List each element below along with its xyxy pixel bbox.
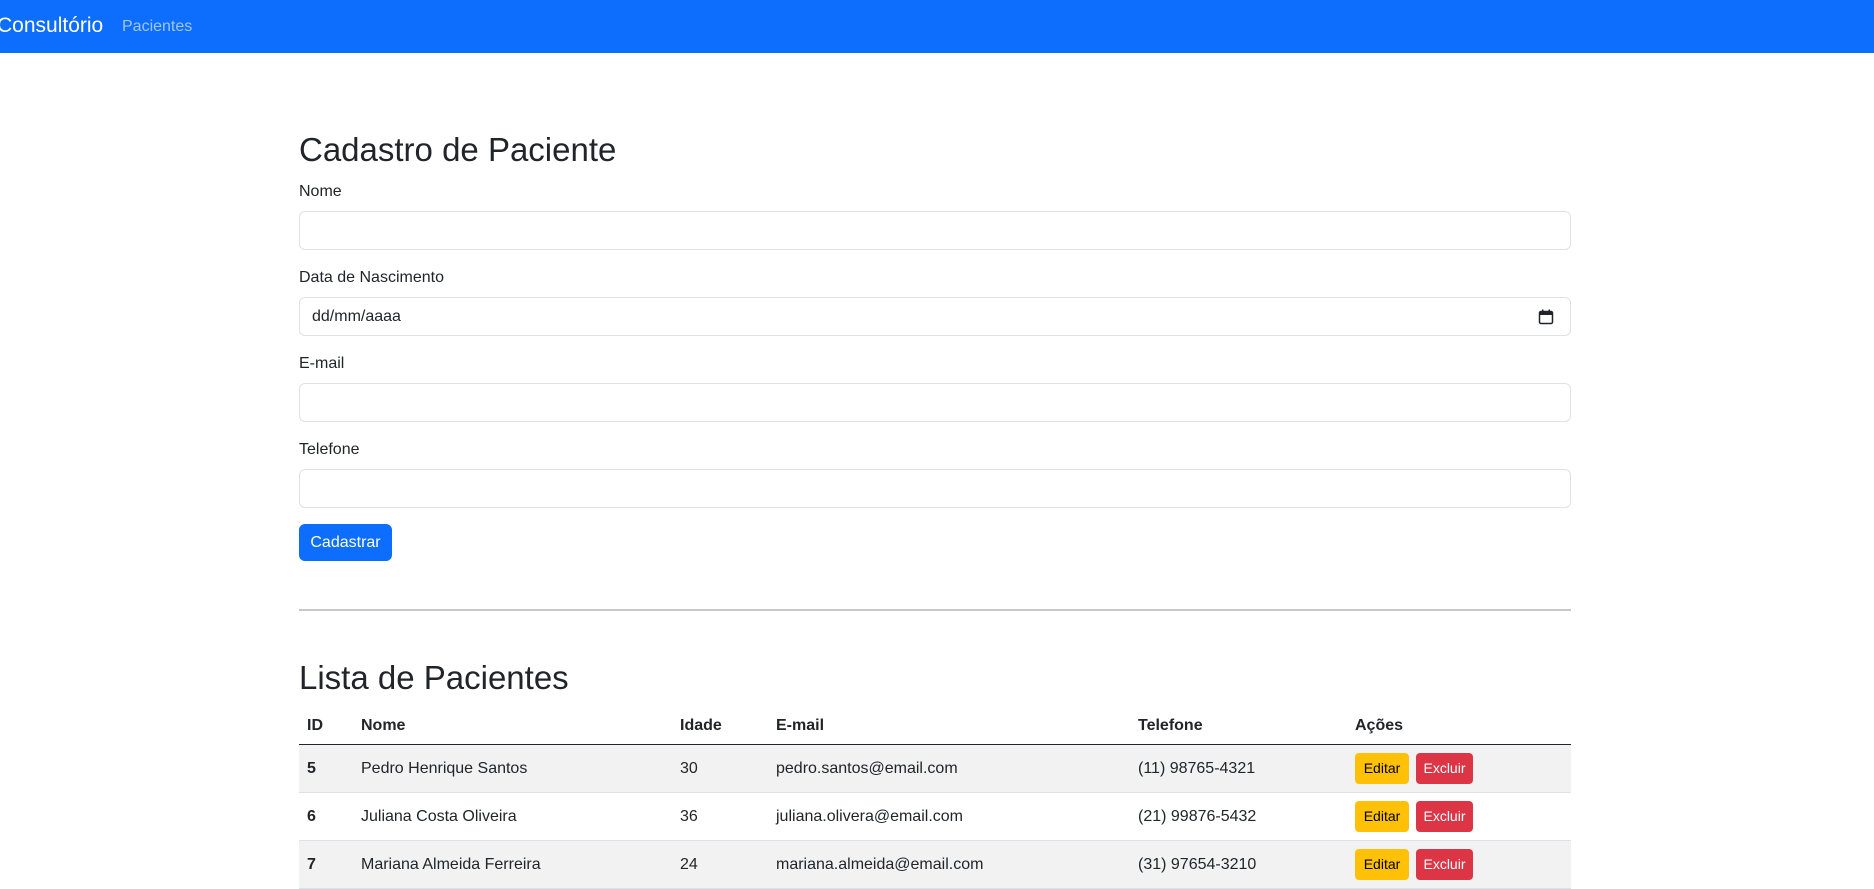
patients-table: ID Nome Idade E-mail Telefone Ações 5 Pe…: [299, 710, 1571, 889]
navbar: Consultório Pacientes: [0, 0, 1874, 53]
delete-button[interactable]: Excluir: [1416, 801, 1473, 832]
col-header-acoes: Ações: [1355, 717, 1404, 734]
col-header-idade: Idade: [680, 717, 722, 734]
nascimento-label: Data de Nascimento: [299, 269, 444, 286]
delete-button[interactable]: Excluir: [1416, 753, 1473, 784]
nome-label: Nome: [299, 183, 342, 200]
cell-id: 7: [307, 856, 316, 873]
cell-nome: Mariana Almeida Ferreira: [361, 856, 541, 873]
cell-nome: Pedro Henrique Santos: [361, 760, 528, 777]
edit-button[interactable]: Editar: [1355, 801, 1409, 832]
col-header-id: ID: [307, 717, 323, 734]
table-row: 7 Mariana Almeida Ferreira 24 mariana.al…: [299, 841, 1571, 889]
email-label: E-mail: [299, 355, 345, 372]
navbar-brand[interactable]: Consultório: [0, 13, 103, 39]
table-row: 6 Juliana Costa Oliveira 36 juliana.oliv…: [299, 793, 1571, 841]
cell-email: juliana.olivera@email.com: [776, 808, 963, 825]
edit-button[interactable]: Editar: [1355, 753, 1409, 784]
cadastrar-button[interactable]: Cadastrar: [299, 524, 392, 561]
col-header-telefone: Telefone: [1138, 717, 1203, 734]
telefone-input[interactable]: [299, 469, 1571, 508]
cell-email: pedro.santos@email.com: [776, 760, 958, 777]
cell-telefone: (21) 99876-5432: [1138, 808, 1257, 825]
cell-idade: 36: [680, 808, 698, 825]
nascimento-input[interactable]: dd/mm/aaaa: [299, 297, 1571, 336]
nascimento-value: dd/mm/aaaa: [312, 308, 401, 325]
cell-nome: Juliana Costa Oliveira: [361, 808, 517, 825]
form-title: Cadastro de Paciente: [299, 131, 617, 168]
col-header-nome: Nome: [361, 717, 406, 734]
cell-email: mariana.almeida@email.com: [776, 856, 984, 873]
calendar-icon[interactable]: [1538, 309, 1554, 325]
table-header: ID Nome Idade E-mail Telefone Ações: [299, 710, 1571, 745]
cell-idade: 24: [680, 856, 698, 873]
edit-button[interactable]: Editar: [1355, 849, 1409, 880]
cell-id: 6: [307, 808, 316, 825]
nav-link-pacientes[interactable]: Pacientes: [122, 17, 192, 37]
nome-input[interactable]: [299, 211, 1571, 250]
telefone-label: Telefone: [299, 441, 360, 458]
email-input[interactable]: [299, 383, 1571, 422]
table-row: 5 Pedro Henrique Santos 30 pedro.santos@…: [299, 745, 1571, 793]
cell-idade: 30: [680, 760, 698, 777]
list-title: Lista de Pacientes: [299, 659, 569, 696]
cell-telefone: (11) 98765-4321: [1138, 760, 1256, 777]
cell-telefone: (31) 97654-3210: [1138, 856, 1257, 873]
section-divider: [299, 609, 1571, 611]
cell-id: 5: [307, 760, 316, 777]
col-header-email: E-mail: [776, 717, 825, 734]
delete-button[interactable]: Excluir: [1416, 849, 1473, 880]
